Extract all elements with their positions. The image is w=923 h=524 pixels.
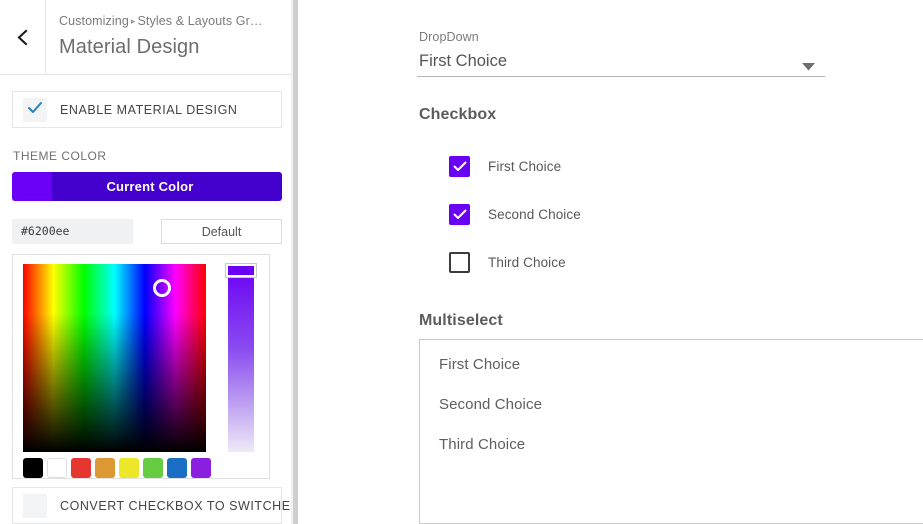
checkbox-label: Second Choice bbox=[488, 207, 581, 222]
saturation-value-gradient[interactable] bbox=[23, 264, 206, 452]
color-swatch-row bbox=[23, 458, 211, 478]
color-swatch-green[interactable] bbox=[143, 458, 163, 478]
checkbox-first-choice[interactable] bbox=[449, 156, 470, 177]
settings-sidebar: Customizing ▸ Styles & Layouts Gr… Materia… bbox=[0, 0, 298, 524]
color-swatch-black[interactable] bbox=[23, 458, 43, 478]
convert-checkbox-to-switches-toggle[interactable]: CONVERT CHECKBOX TO SWITCHES bbox=[12, 487, 298, 524]
sidebar-scrollbar[interactable] bbox=[291, 0, 298, 524]
color-swatch-red[interactable] bbox=[71, 458, 91, 478]
current-color-bar[interactable]: Current Color bbox=[12, 172, 282, 201]
color-picker bbox=[12, 254, 270, 479]
multiselect-section-heading: Multiselect bbox=[419, 312, 503, 329]
multiselect-option[interactable]: Third Choice bbox=[439, 436, 525, 453]
checkbox-section-heading: Checkbox bbox=[419, 106, 497, 123]
default-color-button[interactable]: Default bbox=[161, 219, 282, 244]
preview-pane: DropDown First Choice Checkbox First Cho… bbox=[299, 0, 923, 524]
color-swatch-purple[interactable] bbox=[191, 458, 211, 478]
dropdown-select[interactable]: First Choice bbox=[417, 48, 825, 77]
dropdown-label: DropDown bbox=[419, 30, 479, 44]
multiselect-listbox[interactable]: First Choice Second Choice Third Choice bbox=[419, 339, 923, 524]
current-color-label: Current Color bbox=[106, 179, 194, 194]
checkbox-row[interactable]: Second Choice bbox=[449, 204, 581, 225]
current-color-swatch-right: Current Color bbox=[52, 172, 282, 201]
chevron-down-icon[interactable] bbox=[802, 58, 815, 76]
checkbox-row[interactable]: First Choice bbox=[449, 156, 561, 177]
checkbox-third-choice[interactable] bbox=[449, 252, 470, 273]
multiselect-option[interactable]: First Choice bbox=[439, 356, 520, 373]
color-swatch-blue[interactable] bbox=[167, 458, 187, 478]
color-swatch-white[interactable] bbox=[47, 458, 67, 478]
chevron-left-icon bbox=[17, 29, 28, 46]
back-button[interactable] bbox=[0, 0, 46, 74]
color-swatch-orange[interactable] bbox=[95, 458, 115, 478]
color-swatch-yellow[interactable] bbox=[119, 458, 139, 478]
color-picker-cursor[interactable] bbox=[153, 279, 172, 298]
hex-color-input[interactable]: #6200ee bbox=[12, 219, 133, 244]
breadcrumb[interactable]: Customizing ▸ Styles & Layouts Gr… bbox=[59, 13, 286, 29]
convert-checkbox-to-switches-label: CONVERT CHECKBOX TO SWITCHES bbox=[60, 498, 298, 513]
checkbox-row[interactable]: Third Choice bbox=[449, 252, 566, 273]
multiselect-option[interactable]: Second Choice bbox=[439, 396, 542, 413]
convert-checkbox-to-switches-checkbox[interactable] bbox=[23, 493, 47, 518]
header-text-group: Customizing ▸ Styles & Layouts Gr… Materia… bbox=[59, 13, 286, 60]
brightness-slider[interactable] bbox=[226, 264, 256, 452]
sidebar-header: Customizing ▸ Styles & Layouts Gr… Materia… bbox=[0, 0, 292, 75]
brightness-slider-thumb[interactable] bbox=[226, 264, 256, 277]
checkbox-label: Third Choice bbox=[488, 255, 566, 270]
checkbox-second-choice[interactable] bbox=[449, 204, 470, 225]
dropdown-selected-value: First Choice bbox=[419, 52, 508, 70]
check-icon bbox=[28, 101, 42, 119]
enable-material-design-toggle[interactable]: ENABLE MATERIAL DESIGN bbox=[12, 91, 282, 128]
page-title: Material Design bbox=[59, 36, 200, 58]
theme-color-label: THEME COLOR bbox=[13, 149, 107, 163]
breadcrumb-root[interactable]: Customizing bbox=[59, 14, 129, 28]
enable-material-design-label: ENABLE MATERIAL DESIGN bbox=[60, 102, 238, 117]
enable-material-design-checkbox[interactable] bbox=[23, 97, 47, 122]
checkbox-label: First Choice bbox=[488, 159, 562, 174]
breadcrumb-current: Styles & Layouts Gr… bbox=[137, 14, 263, 28]
breadcrumb-separator-icon: ▸ bbox=[130, 16, 136, 26]
